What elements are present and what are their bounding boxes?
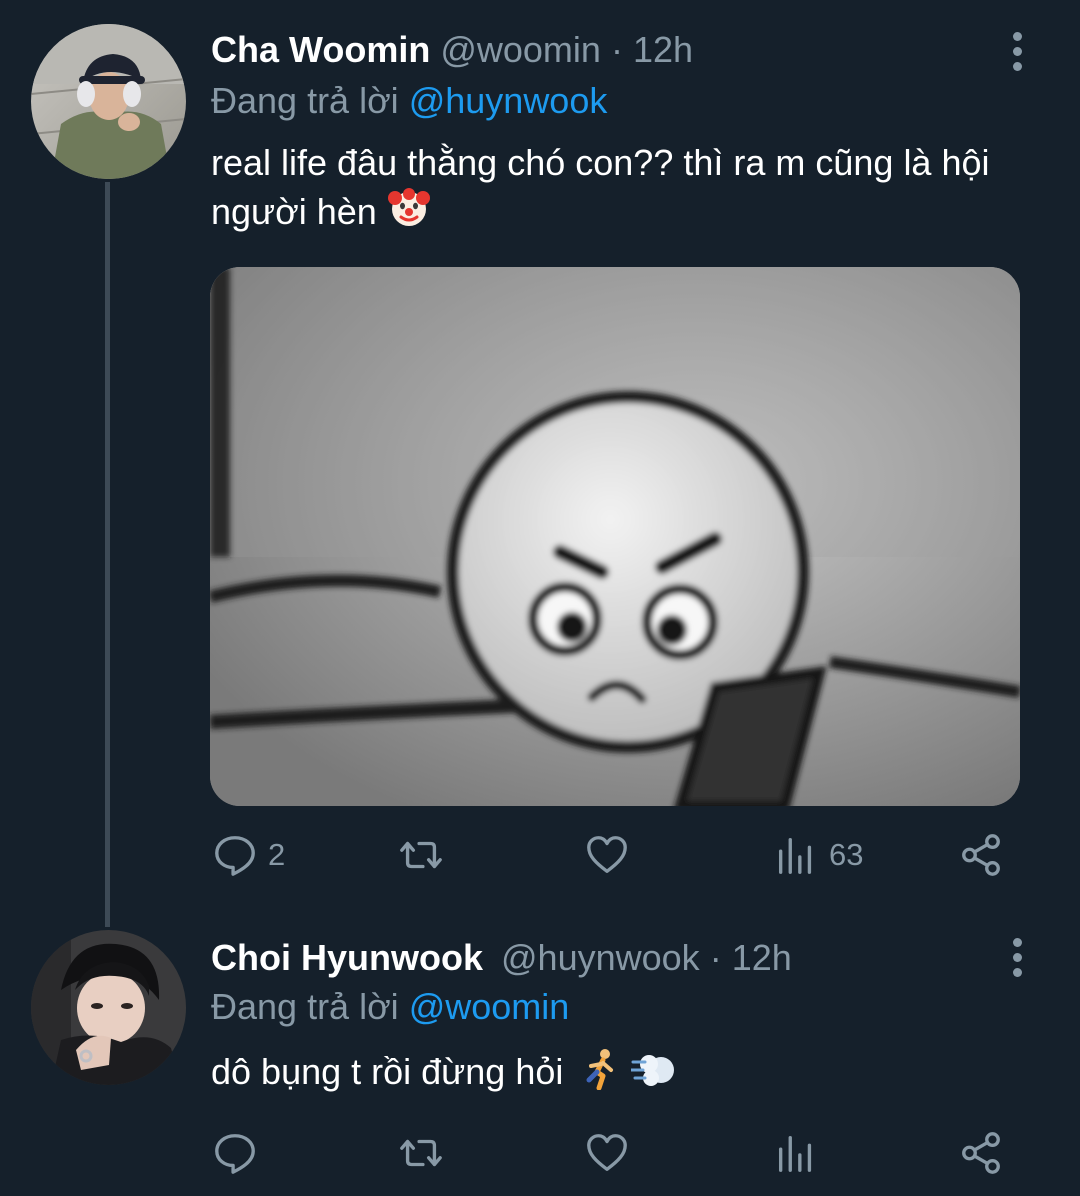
avatar-cha-woomin[interactable] xyxy=(31,24,186,179)
retweet-icon xyxy=(400,1139,442,1167)
replying-to-mention[interactable]: @woomin xyxy=(409,986,570,1027)
tweet-actions: 2 63 xyxy=(0,830,1080,880)
views-button[interactable] xyxy=(773,1128,829,1178)
replying-to-label: Đang trả lời xyxy=(211,80,399,121)
reply-button[interactable] xyxy=(212,1128,268,1178)
replying-to-label: Đang trả lời xyxy=(211,986,399,1027)
share-icon xyxy=(962,1132,1000,1174)
reply-button[interactable]: 2 xyxy=(212,830,285,880)
running-person-icon xyxy=(581,1048,621,1101)
share-icon xyxy=(962,834,1000,876)
share-button[interactable] xyxy=(958,830,1004,880)
like-button[interactable] xyxy=(584,830,640,880)
like-icon xyxy=(587,836,627,873)
more-vertical-icon xyxy=(1012,31,1022,41)
tweet-timestamp[interactable]: 12h xyxy=(732,937,792,978)
retweet-button[interactable] xyxy=(398,830,454,880)
retweet-button[interactable] xyxy=(398,1128,454,1178)
replying-to-mention[interactable]: @huynwook xyxy=(409,80,608,121)
tweet-timestamp[interactable]: 12h xyxy=(633,29,693,70)
clown-face-icon xyxy=(387,186,431,241)
more-options-button[interactable] xyxy=(1000,29,1034,73)
separator-dot: · xyxy=(610,29,623,70)
avatar-choi-hyunwook[interactable] xyxy=(31,930,186,1085)
like-button[interactable] xyxy=(584,1128,640,1178)
author-handle[interactable]: @woomin xyxy=(440,29,601,70)
tweet-actions xyxy=(0,1128,1080,1178)
thread-connector-line xyxy=(105,182,110,927)
share-button[interactable] xyxy=(958,1128,1004,1178)
tweet-text-content: dô bụng t rồi đừng hỏi xyxy=(211,1051,564,1092)
views-icon xyxy=(778,837,812,874)
retweet-icon xyxy=(400,841,442,869)
like-icon xyxy=(587,1134,627,1171)
tweet-header: Choi Hyunwook @huynwook · 12h xyxy=(211,936,792,980)
reply-count: 2 xyxy=(268,837,286,872)
reply-icon xyxy=(215,1134,255,1174)
tweet-text: real life đâu thằng chó con?? thì ra m c… xyxy=(211,140,1041,241)
tweet-text-content: real life đâu thằng chó con?? thì ra m c… xyxy=(211,142,990,232)
dash-icon xyxy=(629,1050,677,1101)
author-name[interactable]: Choi Hyunwook xyxy=(211,937,483,978)
tweet-media-image[interactable] xyxy=(210,267,1020,806)
views-button[interactable]: 63 xyxy=(773,830,863,880)
tweet-header: Cha Woomin @woomin · 12h xyxy=(211,28,693,72)
replying-to-line: Đang trả lời @woomin xyxy=(211,985,569,1029)
more-options-button[interactable] xyxy=(1000,935,1034,979)
reply-icon xyxy=(215,836,255,876)
views-count: 63 xyxy=(829,837,864,872)
author-name[interactable]: Cha Woomin xyxy=(211,29,430,70)
tweet-1[interactable]: Cha Woomin @woomin · 12h Đang trả lời @h… xyxy=(0,0,1080,927)
replying-to-line: Đang trả lời @huynwook xyxy=(211,79,607,123)
separator-dot: · xyxy=(709,937,722,978)
author-handle[interactable]: @huynwook xyxy=(501,937,700,978)
more-vertical-icon xyxy=(1012,937,1022,947)
views-icon xyxy=(778,1135,812,1172)
tweet-text: dô bụng t rồi đừng hỏi xyxy=(211,1048,1041,1101)
